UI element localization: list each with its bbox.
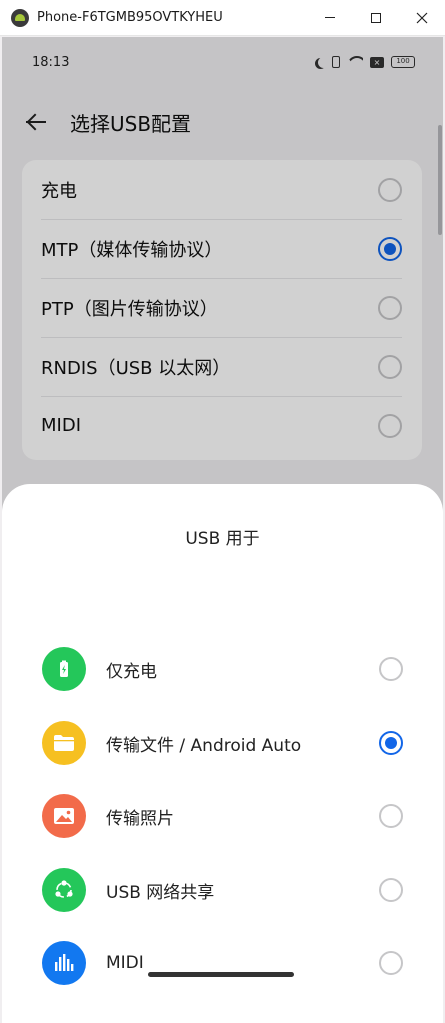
sheet-item-midi[interactable]: MIDI: [2, 933, 443, 993]
sheet-item-label: 仅充电: [106, 661, 157, 682]
maximize-button[interactable]: [353, 0, 399, 36]
radio-button[interactable]: [379, 878, 403, 902]
sheet-item-file-transfer[interactable]: 传输文件 / Android Auto: [2, 713, 443, 773]
share-network-icon: [42, 868, 86, 912]
radio-button-selected[interactable]: [379, 731, 403, 755]
sheet-item-charge-only[interactable]: 仅充电: [2, 639, 443, 699]
sheet-item-transfer-photos[interactable]: 传输照片: [2, 786, 443, 846]
minimize-icon: [325, 17, 335, 18]
minimize-button[interactable]: [307, 0, 353, 36]
window-title: Phone-F6TGMB95OVTKYHEU: [37, 10, 223, 25]
sheet-item-label: USB 网络共享: [106, 882, 215, 903]
radio-button[interactable]: [379, 657, 403, 681]
equalizer-icon: [42, 941, 86, 985]
maximize-icon: [371, 12, 381, 23]
close-icon: [416, 12, 428, 23]
sheet-item-label: 传输文件 / Android Auto: [106, 735, 302, 756]
usb-usage-sheet: USB 用于 仅充电 传输文件 / Android Auto 传输照片 USB …: [2, 484, 443, 1023]
phone-screen: 18:13 × 100 选择USB配置 充电 MTP（媒体传输协议） PTP（图…: [2, 37, 443, 1023]
android-app-icon: [11, 8, 29, 27]
battery-charge-icon: [42, 647, 86, 691]
folder-icon: [42, 721, 86, 765]
sheet-item-label: 传输照片: [106, 808, 174, 829]
sheet-title: USB 用于: [185, 529, 260, 549]
sheet-item-usb-tethering[interactable]: USB 网络共享: [2, 860, 443, 920]
radio-button[interactable]: [379, 951, 403, 975]
gesture-navigation-bar[interactable]: [148, 972, 294, 977]
window-titlebar: Phone-F6TGMB95OVTKYHEU: [0, 0, 445, 36]
sheet-item-label: MIDI: [106, 953, 144, 973]
radio-button[interactable]: [379, 804, 403, 828]
close-button[interactable]: [399, 0, 445, 36]
photo-icon: [42, 794, 86, 838]
